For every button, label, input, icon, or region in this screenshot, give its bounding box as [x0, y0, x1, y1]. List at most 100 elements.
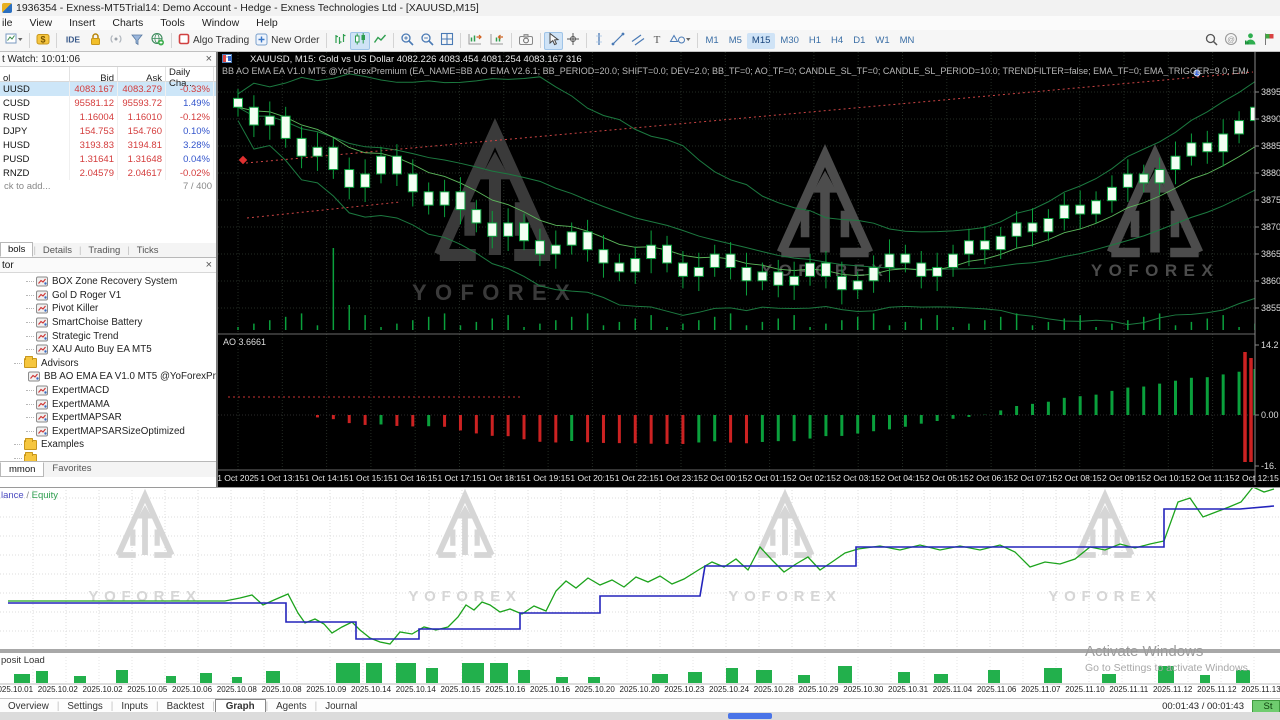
menu-item-charts[interactable]: Charts	[112, 17, 143, 29]
tester-tab-backtest[interactable]: Backtest	[159, 701, 213, 712]
market-watch-row[interactable]: RNZD2.045792.04617-0.02%	[0, 166, 216, 180]
timeframe-h1[interactable]: H1	[804, 33, 826, 49]
click-to-add[interactable]: ck to add...	[4, 181, 50, 192]
zoom-out-icon[interactable]	[417, 32, 437, 50]
navigator-item-label: SmartChoise Battery	[52, 317, 142, 328]
navigator-item[interactable]: Examples	[0, 438, 216, 452]
tester-tab-graph[interactable]: Graph	[215, 699, 266, 713]
vertical-line-icon[interactable]	[590, 32, 608, 50]
start-button[interactable]: St	[1252, 700, 1280, 713]
timeframe-m1[interactable]: M1	[701, 33, 724, 49]
chart-type-dropdown-icon[interactable]	[2, 32, 26, 50]
svg-text:1 Oct 14:15: 1 Oct 14:15	[305, 473, 349, 483]
broadcast-icon[interactable]	[105, 32, 127, 50]
trend-line-icon[interactable]	[608, 32, 628, 50]
indicator-window-remove-icon[interactable]	[486, 32, 508, 50]
close-icon[interactable]: ×	[206, 260, 212, 270]
tile-windows-icon[interactable]	[437, 32, 457, 50]
market-watch-row[interactable]: CUSD95581.1295593.721.49%	[0, 96, 216, 110]
indicator-window-add-icon[interactable]	[464, 32, 486, 50]
tester-tab-inputs[interactable]: Inputs	[113, 701, 156, 712]
crosshair-icon[interactable]	[563, 32, 583, 50]
camera-icon[interactable]	[515, 32, 537, 50]
menu-item-view[interactable]: View	[30, 17, 53, 29]
navigator-item[interactable]: Pivot Killer	[0, 302, 216, 316]
timeframe-d1[interactable]: D1	[848, 33, 870, 49]
dollar-icon[interactable]: $	[33, 32, 53, 50]
navigator-item[interactable]: Advisors	[0, 357, 216, 371]
tab-trading[interactable]: Trading	[81, 244, 127, 257]
flag-icon[interactable]	[1263, 32, 1276, 49]
symbol-count: 7 / 400	[183, 181, 212, 192]
shapes-dropdown-icon[interactable]	[666, 32, 694, 50]
market-watch-row[interactable]: UUSD4083.1674083.279-0.33%	[0, 82, 216, 96]
zoom-in-icon[interactable]	[397, 32, 417, 50]
menu-item-tools[interactable]: Tools	[160, 17, 185, 29]
folder-icon	[24, 454, 37, 461]
tester-tab-journal[interactable]: Journal	[317, 701, 365, 712]
globe-icon[interactable]	[147, 32, 168, 50]
funnel-icon[interactable]	[127, 32, 147, 50]
tester-tab-settings[interactable]: Settings	[59, 701, 110, 712]
tester-tab-agents[interactable]: Agents	[268, 701, 315, 712]
market-watch-row[interactable]: PUSD1.316411.316480.04%	[0, 152, 216, 166]
navigator-item[interactable]: ExpertMAMA	[0, 397, 216, 411]
new-order-button[interactable]: New Order	[252, 32, 322, 50]
candles-chart-icon[interactable]	[350, 32, 370, 50]
text-tool-icon[interactable]: T	[648, 32, 666, 50]
deposit-load-label: posit Load	[1, 655, 45, 666]
navigator-tab-mmon[interactable]: mmon	[0, 462, 44, 477]
timeframe-m5[interactable]: M5	[724, 33, 747, 49]
navigator-item[interactable]: ExpertMACD	[0, 384, 216, 398]
change-cell: -0.33%	[166, 82, 214, 96]
menu-item-window[interactable]: Window	[202, 17, 239, 29]
algo-trading-button[interactable]: Algo Trading	[175, 32, 252, 50]
market-watch-row[interactable]: RUSD1.160041.16010-0.12%	[0, 110, 216, 124]
channel-icon[interactable]	[628, 32, 648, 50]
yoforex-watermark	[438, 496, 491, 555]
tab-details[interactable]: Details	[36, 244, 79, 257]
navigator-item[interactable]: ExpertMAPSARSizeOptimized	[0, 425, 216, 439]
trend-point-marker[interactable]	[1194, 70, 1200, 76]
funnel-icon	[130, 32, 144, 49]
navigator-item[interactable]	[0, 452, 216, 461]
market-watch-row[interactable]: DJPY154.753154.7600.10%	[0, 124, 216, 138]
timeframe-h4[interactable]: H4	[826, 33, 848, 49]
tester-tab-overview[interactable]: Overview	[0, 701, 57, 712]
symbol-cell: PUSD	[0, 152, 70, 166]
navigator-item[interactable]: BB AO EMA EA V1.0 MT5 @YoForexPremium	[0, 370, 216, 384]
timeframe-m30[interactable]: M30	[775, 33, 803, 49]
navigator-item[interactable]: ExpertMAPSAR	[0, 411, 216, 425]
navigator-item[interactable]: SmartChoise Battery	[0, 316, 216, 330]
tab-bols[interactable]: bols	[0, 242, 33, 257]
search-icon[interactable]	[1204, 32, 1218, 49]
community-icon[interactable]	[1244, 32, 1257, 49]
padlock-icon[interactable]	[86, 32, 105, 50]
date-label: 2025.11.06	[977, 685, 1016, 694]
help-icon[interactable]: @	[1224, 32, 1238, 49]
navigator-item[interactable]: XAU Auto Buy EA MT5	[0, 343, 216, 357]
menu-item-ile[interactable]: ile	[2, 17, 13, 29]
market-watch-row[interactable]: HUSD3193.833194.813.28%	[0, 138, 216, 152]
menu-item-insert[interactable]: Insert	[69, 17, 95, 29]
ide-icon[interactable]: IDE	[60, 32, 86, 50]
navigator-item[interactable]: Strategic Trend	[0, 329, 216, 343]
cursor-icon[interactable]	[544, 32, 563, 50]
navigator-tab-favorites[interactable]: Favorites	[44, 462, 99, 475]
tab-ticks[interactable]: Ticks	[130, 244, 166, 257]
close-icon[interactable]: ×	[206, 54, 212, 64]
symbol-cell: RNZD	[0, 166, 70, 180]
menu-item-help[interactable]: Help	[256, 17, 278, 29]
bars-chart-icon[interactable]	[330, 32, 350, 50]
globe-icon	[150, 32, 165, 49]
tree-connector	[26, 404, 34, 405]
timeframe-w1[interactable]: W1	[870, 33, 894, 49]
navigator-item[interactable]: Gol D Roger V1	[0, 289, 216, 303]
timeframe-mn[interactable]: MN	[895, 33, 920, 49]
chart-canvas[interactable]: YOFOREXYOFOREXYOFOREX3895389038853880387…	[218, 52, 1280, 485]
chart-area[interactable]: YOFOREXYOFOREXYOFOREX3895389038853880387…	[218, 52, 1280, 487]
navigator-item[interactable]: BOX Zone Recovery System	[0, 275, 216, 289]
timeframe-m15[interactable]: M15	[747, 33, 775, 49]
line-chart-icon[interactable]	[370, 32, 390, 50]
tester-graph[interactable]: YOFOREXYOFOREXYOFOREXYOFOREX	[0, 488, 1280, 649]
